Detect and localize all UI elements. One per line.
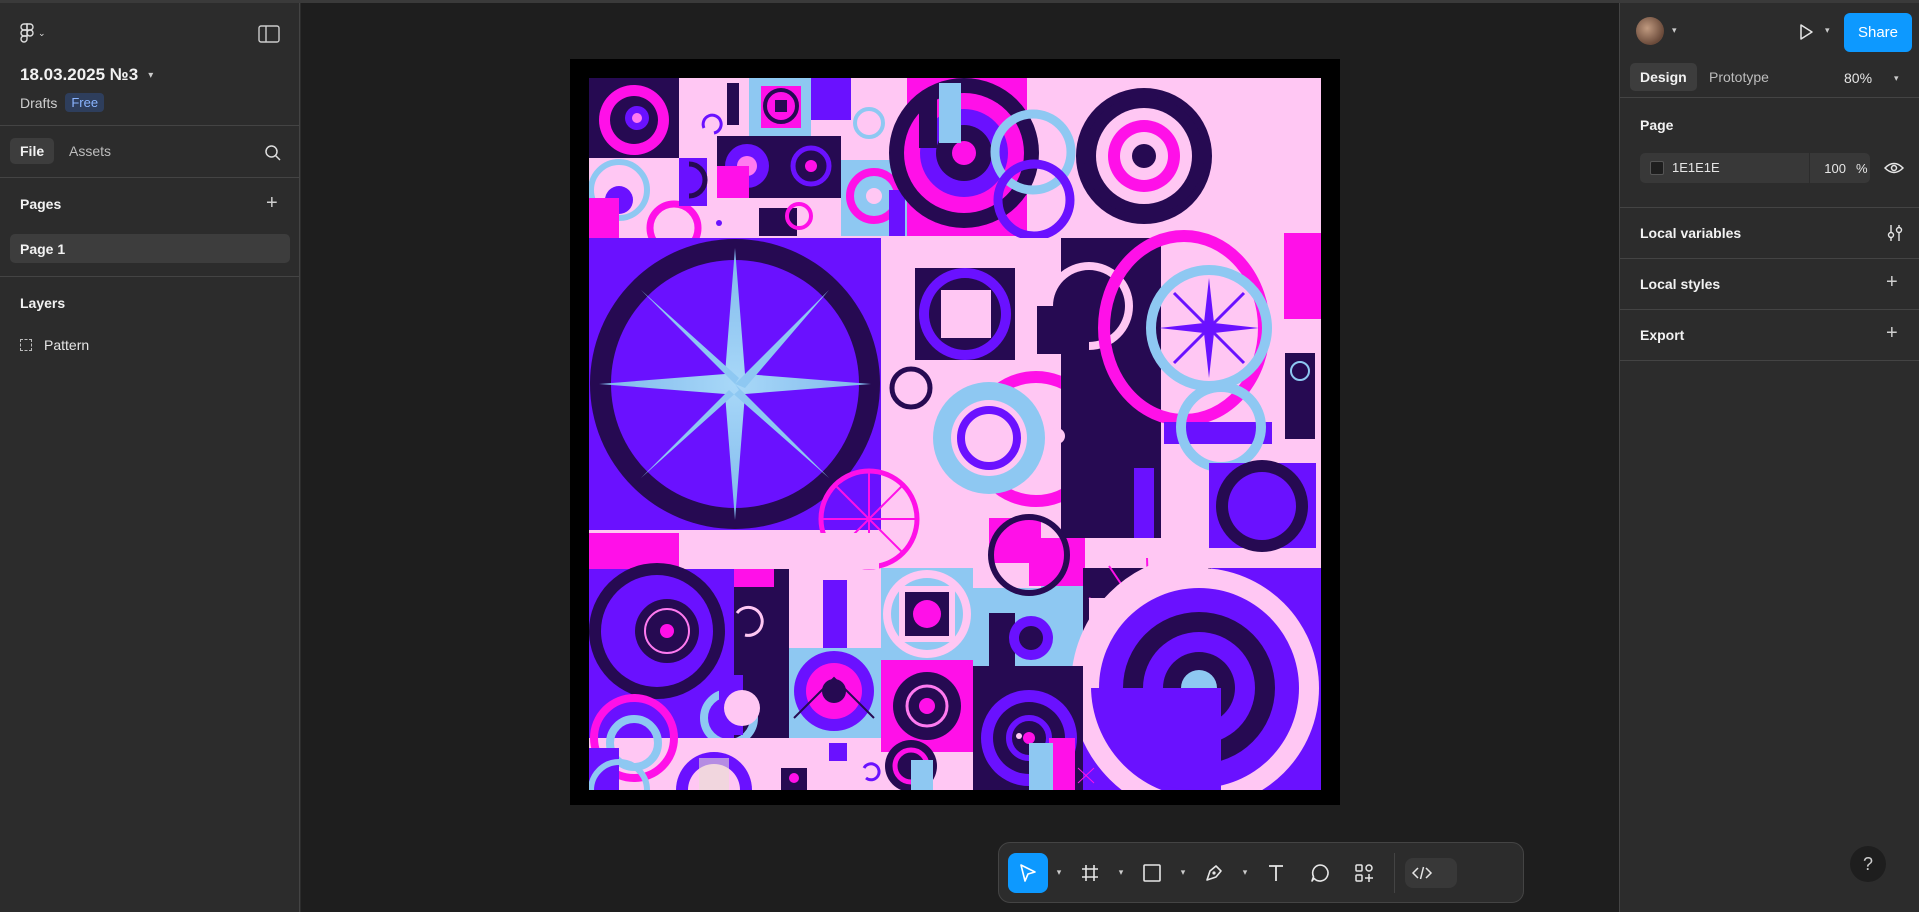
frame-icon — [20, 339, 32, 351]
frame-tool-button[interactable] — [1070, 853, 1110, 893]
rectangle-tool-button[interactable] — [1132, 853, 1172, 893]
right-tabs: Design Prototype 80% ▾ — [1620, 55, 1919, 98]
chevron-down-icon[interactable]: ▾ — [1238, 853, 1252, 893]
right-header: ▾ ▾ Share — [1620, 3, 1919, 55]
plan-badge[interactable]: Free — [65, 93, 105, 112]
page-section-title: Page — [1640, 117, 1674, 133]
comment-tool-button[interactable] — [1300, 853, 1340, 893]
page-opacity[interactable]: 100 — [1810, 161, 1850, 176]
page-color-hex[interactable]: 1E1E1E — [1672, 153, 1810, 183]
help-button[interactable]: ? — [1850, 846, 1886, 882]
file-header: ⌄ 18.03.2025 №3 ▾ Drafts Free — [0, 3, 299, 126]
export-row[interactable]: Export + — [1620, 310, 1919, 361]
page-color-field[interactable]: 1E1E1E 100 % — [1640, 153, 1870, 183]
local-variables-label: Local variables — [1640, 225, 1742, 241]
pattern-frame[interactable] — [570, 59, 1340, 805]
add-export-icon[interactable]: + — [1886, 323, 1898, 343]
tab-prototype[interactable]: Prototype — [1699, 63, 1779, 91]
eye-icon[interactable] — [1884, 161, 1904, 175]
main-menu-button[interactable]: ⌄ — [20, 23, 46, 43]
right-sidebar: ▾ ▾ Share Design Prototype 80% ▾ Page 1E… — [1619, 3, 1919, 912]
code-icon — [1411, 866, 1433, 879]
page-item-page-1[interactable]: Page 1 — [10, 234, 290, 263]
opacity-unit: % — [1856, 160, 1868, 176]
pen-icon — [1206, 864, 1222, 881]
chevron-down-icon[interactable]: ▾ — [1176, 853, 1190, 893]
figma-logo-icon — [20, 23, 34, 43]
left-tabs: File Assets — [0, 126, 299, 178]
layer-item-pattern[interactable]: Pattern — [20, 337, 89, 353]
bottom-toolbar: ▾ ▾ ▾ ▾ — [998, 842, 1524, 903]
tab-assets[interactable]: Assets — [59, 138, 121, 164]
zoom-level[interactable]: 80% — [1844, 70, 1872, 86]
tab-file[interactable]: File — [10, 138, 55, 164]
play-icon[interactable] — [1797, 23, 1815, 41]
share-button[interactable]: Share — [1844, 13, 1912, 52]
toolbar-divider — [1394, 852, 1395, 893]
chevron-down-icon: ⌄ — [38, 27, 46, 38]
tab-design[interactable]: Design — [1630, 63, 1697, 91]
color-swatch[interactable] — [1650, 161, 1664, 175]
cursor-icon — [1020, 863, 1036, 882]
rectangle-icon — [1143, 863, 1161, 882]
move-tool-button[interactable] — [1008, 852, 1048, 893]
frame-icon — [1082, 864, 1098, 881]
export-label: Export — [1640, 327, 1685, 343]
pattern-artwork[interactable] — [589, 78, 1321, 790]
chevron-down-icon[interactable]: ▾ — [1672, 25, 1677, 36]
file-title-text: 18.03.2025 №3 — [20, 65, 139, 84]
chevron-down-icon: ▾ — [148, 69, 154, 81]
left-sidebar: ⌄ 18.03.2025 №3 ▾ Drafts Free File Asset… — [0, 3, 300, 912]
search-icon[interactable] — [264, 144, 282, 162]
add-style-icon[interactable]: + — [1886, 272, 1898, 292]
pen-tool-button[interactable] — [1194, 853, 1234, 893]
sidebar-toggle-icon[interactable] — [258, 25, 280, 43]
avatar[interactable] — [1636, 17, 1664, 45]
local-styles-label: Local styles — [1640, 276, 1721, 292]
components-icon — [1355, 863, 1373, 882]
pages-section: Pages + Page 1 — [0, 178, 299, 277]
file-name[interactable]: 18.03.2025 №3 ▾ — [20, 65, 153, 85]
local-variables-row[interactable]: Local variables — [1620, 208, 1919, 259]
text-tool-button[interactable] — [1256, 853, 1296, 893]
local-styles-row[interactable]: Local styles + — [1620, 259, 1919, 310]
drafts-link[interactable]: Drafts — [20, 95, 57, 111]
chevron-down-icon[interactable]: ▾ — [1825, 25, 1830, 36]
canvas[interactable]: ▾ ▾ ▾ ▾ — [301, 3, 1619, 912]
text-icon — [1269, 864, 1283, 881]
layer-label: Pattern — [44, 337, 90, 353]
layers-title: Layers — [20, 295, 66, 311]
file-meta: Drafts Free — [20, 93, 105, 112]
page-section: Page 1E1E1E 100 % — [1620, 98, 1919, 208]
chevron-down-icon[interactable]: ▾ — [1114, 853, 1128, 893]
comment-icon — [1311, 863, 1329, 882]
pages-title: Pages — [20, 196, 62, 212]
actions-tool-button[interactable] — [1344, 853, 1384, 893]
variables-icon[interactable] — [1886, 223, 1904, 243]
add-page-icon[interactable]: + — [266, 193, 278, 213]
chevron-down-icon[interactable]: ▾ — [1052, 853, 1066, 893]
dev-mode-toggle[interactable] — [1405, 857, 1457, 888]
chevron-down-icon[interactable]: ▾ — [1894, 73, 1899, 84]
